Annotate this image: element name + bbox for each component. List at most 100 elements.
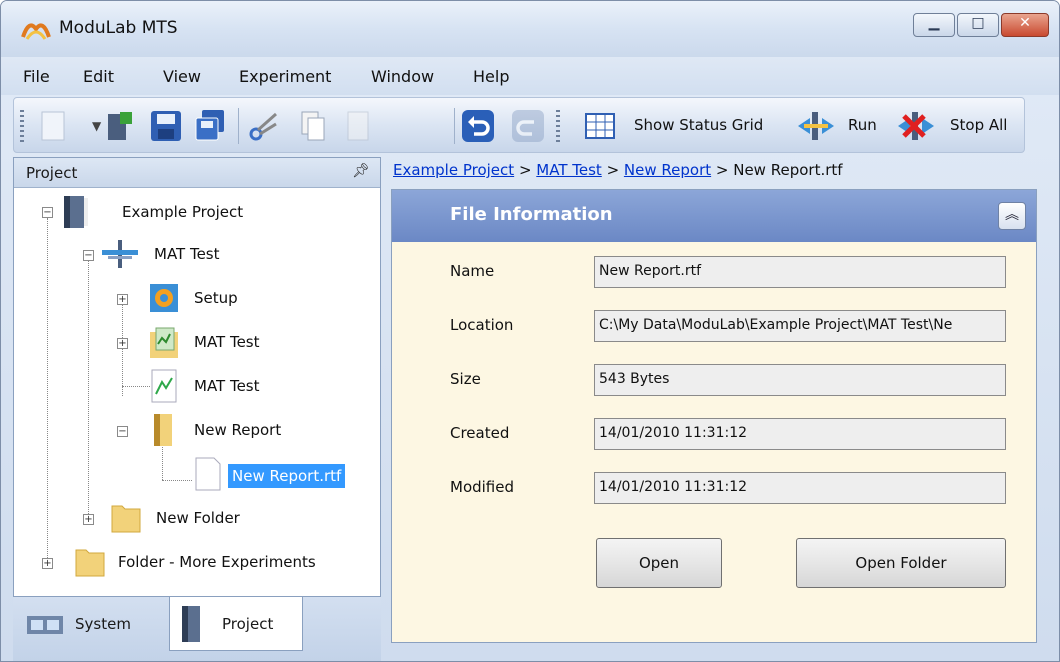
- open-project-dropdown-icon[interactable]: ▼: [90, 108, 138, 144]
- maximize-button[interactable]: □: [957, 13, 999, 37]
- tree-item-label: Setup: [194, 289, 238, 307]
- graph-document-icon: [151, 369, 177, 403]
- tree-item-label: New Report.rtf: [228, 464, 346, 488]
- tree-item-mat-test-data[interactable]: MAT Test: [190, 322, 264, 362]
- file-information-header: File Information ︽: [392, 190, 1036, 242]
- menu-view[interactable]: View: [163, 67, 201, 86]
- tree-item-mat-test-graph[interactable]: MAT Test: [190, 366, 264, 406]
- system-instrument-icon: [27, 616, 63, 634]
- status-grid-icon[interactable]: [584, 108, 616, 144]
- double-chevron-up-icon: ︽: [1005, 207, 1019, 223]
- maximize-icon: □: [971, 15, 985, 31]
- project-panel-header: Project 📌︎: [14, 158, 380, 188]
- tree-item-new-folder[interactable]: New Folder: [152, 498, 244, 538]
- redo-icon[interactable]: [510, 108, 546, 144]
- toolbar-grip[interactable]: [556, 110, 560, 142]
- report-book-icon: [154, 414, 172, 446]
- project-panel: Project 📌︎ − Example Project − MAT Test …: [13, 157, 381, 597]
- tree-collapse-toggle[interactable]: −: [83, 250, 94, 261]
- name-label: Name: [450, 262, 495, 280]
- show-status-grid-button[interactable]: Show Status Grid: [634, 116, 763, 134]
- tree-expand-toggle[interactable]: +: [42, 558, 53, 569]
- size-field[interactable]: 543 Bytes: [594, 364, 1006, 396]
- menu-experiment[interactable]: Experiment: [239, 67, 331, 86]
- toolbar: ▼ Show Status Grid Run Stop All: [13, 97, 1025, 153]
- tree-item-folder-more-experiments[interactable]: Folder - More Experiments: [114, 542, 320, 582]
- tree-item-new-report[interactable]: New Report: [190, 410, 285, 450]
- menu-window[interactable]: Window: [371, 67, 434, 86]
- open-folder-button[interactable]: Open Folder: [796, 538, 1006, 588]
- save-icon[interactable]: [148, 108, 184, 144]
- save-all-icon[interactable]: [192, 108, 228, 144]
- close-button[interactable]: ✕: [1001, 13, 1049, 37]
- tab-system-label: System: [75, 615, 131, 633]
- name-field[interactable]: New Report.rtf: [594, 256, 1006, 288]
- run-button[interactable]: Run: [848, 116, 877, 134]
- file-information-title: File Information: [450, 204, 613, 225]
- rtf-document-icon: [195, 457, 221, 491]
- new-document-icon[interactable]: [36, 108, 72, 144]
- location-field[interactable]: C:\My Data\ModuLab\Example Project\MAT T…: [594, 310, 1006, 342]
- modulab-app-icon: [21, 23, 51, 40]
- paste-icon[interactable]: [340, 108, 376, 144]
- test-plug-icon: [102, 240, 138, 268]
- undo-icon[interactable]: [460, 108, 496, 144]
- collapse-section-button[interactable]: ︽: [998, 202, 1026, 230]
- tree-item-mat-test[interactable]: MAT Test: [150, 234, 224, 274]
- tab-project-label: Project: [222, 614, 274, 633]
- title-bar[interactable]: ModuLab MTS ▁ □ ✕: [1, 1, 1059, 57]
- folder-icon: [111, 505, 141, 533]
- run-icon[interactable]: [794, 108, 838, 144]
- open-button[interactable]: Open: [596, 538, 722, 588]
- tree-collapse-toggle[interactable]: −: [42, 207, 53, 218]
- menu-edit[interactable]: Edit: [83, 67, 114, 86]
- tree-expand-toggle[interactable]: +: [117, 338, 128, 349]
- size-label: Size: [450, 370, 481, 388]
- tree-connector: [88, 258, 89, 520]
- project-book-icon: [64, 196, 88, 228]
- tree-item-label: MAT Test: [154, 245, 220, 263]
- tree-item-setup[interactable]: Setup: [190, 278, 242, 318]
- toolbar-grip[interactable]: [20, 110, 24, 142]
- pin-icon[interactable]: 📌︎: [352, 163, 370, 179]
- stop-all-button[interactable]: Stop All: [950, 116, 1007, 134]
- tree-item-example-project[interactable]: Example Project: [118, 192, 247, 232]
- minimize-button[interactable]: ▁: [913, 13, 955, 37]
- modified-label: Modified: [450, 478, 515, 496]
- breadcrumb-current: New Report.rtf: [733, 161, 843, 179]
- tab-project[interactable]: Project: [169, 597, 303, 651]
- project-tree: − Example Project − MAT Test + Setup + M…: [14, 188, 380, 596]
- project-book-icon: [182, 605, 200, 642]
- stop-all-icon[interactable]: [894, 108, 938, 144]
- breadcrumb: Example Project > MAT Test > New Report …: [393, 161, 1053, 185]
- bottom-tab-bar: System Project: [13, 597, 381, 661]
- modified-field[interactable]: 14/01/2010 11:31:12: [594, 472, 1006, 504]
- close-icon: ✕: [1019, 15, 1031, 31]
- tree-item-label: New Folder: [156, 509, 240, 527]
- breadcrumb-separator: >: [514, 161, 537, 179]
- tree-item-new-report-rtf[interactable]: New Report.rtf: [228, 456, 346, 496]
- tree-item-label: Folder - More Experiments: [118, 553, 316, 571]
- created-label: Created: [450, 424, 510, 442]
- tree-item-label: New Report: [194, 421, 282, 439]
- tab-system[interactable]: System: [25, 597, 169, 651]
- menu-file[interactable]: File: [23, 67, 50, 86]
- folder-icon: [75, 549, 105, 577]
- breadcrumb-separator: >: [601, 161, 624, 179]
- menu-help[interactable]: Help: [473, 67, 509, 86]
- breadcrumb-link-example-project[interactable]: Example Project: [393, 161, 514, 179]
- tree-connector: [162, 480, 192, 481]
- breadcrumb-link-new-report[interactable]: New Report: [624, 161, 711, 179]
- menu-bar: File Edit View Experiment Window Help: [1, 57, 1059, 95]
- tree-connector: [47, 218, 48, 564]
- created-field[interactable]: 14/01/2010 11:31:12: [594, 418, 1006, 450]
- tree-collapse-toggle[interactable]: −: [117, 426, 128, 437]
- breadcrumb-link-mat-test[interactable]: MAT Test: [536, 161, 602, 179]
- location-label: Location: [450, 316, 514, 334]
- setup-gear-icon: [150, 284, 178, 312]
- svg-text:▼: ▼: [92, 119, 102, 133]
- copy-icon[interactable]: [296, 108, 332, 144]
- cut-icon[interactable]: [246, 108, 282, 144]
- tree-expand-toggle[interactable]: +: [117, 294, 128, 305]
- tree-expand-toggle[interactable]: +: [83, 514, 94, 525]
